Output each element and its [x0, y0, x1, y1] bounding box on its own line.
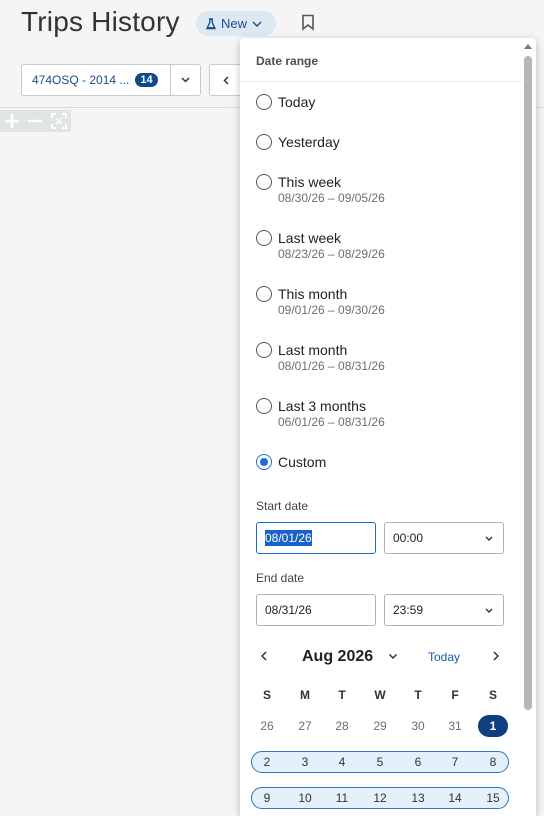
end-date-input[interactable]: 08/31/26 [256, 594, 376, 626]
radio-custom[interactable] [256, 454, 272, 470]
calendar-day[interactable]: 6 [404, 752, 432, 772]
option-label: Today [278, 94, 316, 110]
bookmark-icon[interactable] [301, 14, 315, 36]
option-range: 08/30/26 – 09/05/26 [278, 191, 385, 205]
calendar-day[interactable]: 29 [366, 716, 394, 736]
option-last-week[interactable]: Last week 08/23/26 – 08/29/26 [256, 229, 385, 261]
option-this-week[interactable]: This week 08/30/26 – 09/05/26 [256, 173, 385, 205]
radio-last-month[interactable] [256, 342, 272, 358]
radio-last-week[interactable] [256, 230, 272, 246]
vehicle-select[interactable]: 474OSQ - 2014 ... 14 [21, 64, 171, 96]
radio-this-month[interactable] [256, 286, 272, 302]
start-date-value: 08/01/26 [265, 530, 312, 546]
radio-yesterday[interactable] [256, 134, 272, 150]
calendar-day-selected[interactable]: 1 [478, 715, 508, 737]
previous-button[interactable] [209, 64, 243, 96]
calendar-day[interactable]: 10 [291, 788, 319, 808]
calendar-day[interactable]: 14 [441, 788, 469, 808]
end-time-value: 23:59 [393, 603, 424, 617]
option-range: 08/01/26 – 08/31/26 [278, 359, 385, 373]
end-date-value: 08/31/26 [265, 603, 312, 617]
option-custom[interactable]: Custom [256, 453, 326, 471]
option-range: 06/01/26 – 08/31/26 [278, 415, 385, 429]
popup-header: Date range [240, 38, 522, 82]
option-label: Last month [278, 342, 348, 358]
option-yesterday[interactable]: Yesterday [256, 133, 340, 151]
option-today[interactable]: Today [256, 93, 315, 111]
calendar-day[interactable]: 9 [253, 788, 281, 808]
radio-today[interactable] [256, 94, 272, 110]
calendar-day[interactable]: 2 [253, 752, 281, 772]
calendar-day[interactable]: 28 [328, 716, 356, 736]
chevron-down-icon [485, 608, 493, 613]
option-label: Yesterday [278, 134, 340, 150]
chevron-down-icon [181, 77, 190, 83]
chevron-right-icon[interactable] [490, 650, 502, 662]
calendar-today-link[interactable]: Today [428, 650, 460, 664]
calendar-day[interactable]: 3 [291, 752, 319, 772]
new-feature-chip[interactable]: New [196, 11, 276, 36]
fit-bounds-icon[interactable] [51, 113, 68, 129]
weekday-label: T [338, 688, 346, 702]
map-controls [0, 110, 71, 132]
calendar-nav: Aug 2026 Today [240, 646, 522, 670]
weekday-label: S [488, 688, 497, 702]
calendar-day[interactable]: 31 [441, 716, 469, 736]
option-this-month[interactable]: This month 09/01/26 – 09/30/26 [256, 285, 385, 317]
calendar-day[interactable]: 27 [291, 716, 319, 736]
calendar-day[interactable]: 5 [366, 752, 394, 772]
zoom-in-icon[interactable] [4, 113, 20, 129]
radio-this-week[interactable] [256, 174, 272, 190]
chevron-left-icon[interactable] [258, 650, 270, 662]
option-label: This month [278, 286, 348, 302]
calendar-day[interactable]: 7 [441, 752, 469, 772]
start-time-select[interactable]: 00:00 [384, 522, 504, 554]
vehicle-label: 474OSQ - 2014 ... [32, 73, 130, 87]
weekday-label: T [414, 688, 422, 702]
end-date-label: End date [256, 571, 305, 585]
option-last-month[interactable]: Last month 08/01/26 – 08/31/26 [256, 341, 385, 373]
option-label: Last 3 months [278, 398, 366, 414]
calendar-day[interactable]: 30 [404, 716, 432, 736]
calendar-day[interactable]: 8 [479, 752, 507, 772]
weekday-label: F [451, 688, 459, 702]
vehicle-dropdown-button[interactable] [170, 64, 201, 96]
option-label: Custom [278, 454, 327, 470]
end-time-select[interactable]: 23:59 [384, 594, 504, 626]
vehicle-count-badge: 14 [135, 73, 158, 87]
start-date-label: Start date [256, 499, 309, 513]
option-label: Last week [278, 230, 342, 246]
chevron-down-icon [485, 536, 493, 541]
popup-heading: Date range [256, 54, 319, 68]
radio-last-3-months[interactable] [256, 398, 272, 414]
option-range: 08/23/26 – 08/29/26 [278, 247, 385, 261]
calendar-day[interactable]: 11 [328, 788, 356, 808]
weekday-label: M [300, 688, 310, 702]
page-title: Trips History [21, 6, 180, 37]
zoom-out-icon[interactable] [27, 113, 43, 129]
calendar-day[interactable]: 13 [404, 788, 432, 808]
scroll-up-arrow-icon[interactable] [522, 40, 534, 52]
chevron-down-icon [252, 21, 262, 27]
scrollbar-thumb[interactable] [524, 56, 532, 710]
option-last-3-months[interactable]: Last 3 months 06/01/26 – 08/31/26 [256, 397, 385, 429]
calendar-day[interactable]: 12 [366, 788, 394, 808]
weekday-label: W [374, 688, 386, 702]
start-time-value: 00:00 [393, 531, 424, 545]
option-range: 09/01/26 – 09/30/26 [278, 303, 385, 317]
calendar-day[interactable]: 4 [328, 752, 356, 772]
flask-icon [206, 17, 216, 29]
new-chip-label: New [221, 16, 248, 31]
date-range-popup: Date range Today Yesterday This week 08/… [240, 38, 536, 816]
calendar-month-label[interactable]: Aug 2026 [302, 648, 373, 666]
chevron-left-icon [223, 75, 229, 85]
start-date-input[interactable]: 08/01/26 [256, 522, 376, 554]
calendar-day[interactable]: 26 [253, 716, 281, 736]
chevron-down-icon[interactable] [388, 653, 398, 660]
weekday-label: S [262, 688, 271, 702]
option-label: This week [278, 174, 342, 190]
calendar-day[interactable]: 15 [479, 788, 507, 808]
